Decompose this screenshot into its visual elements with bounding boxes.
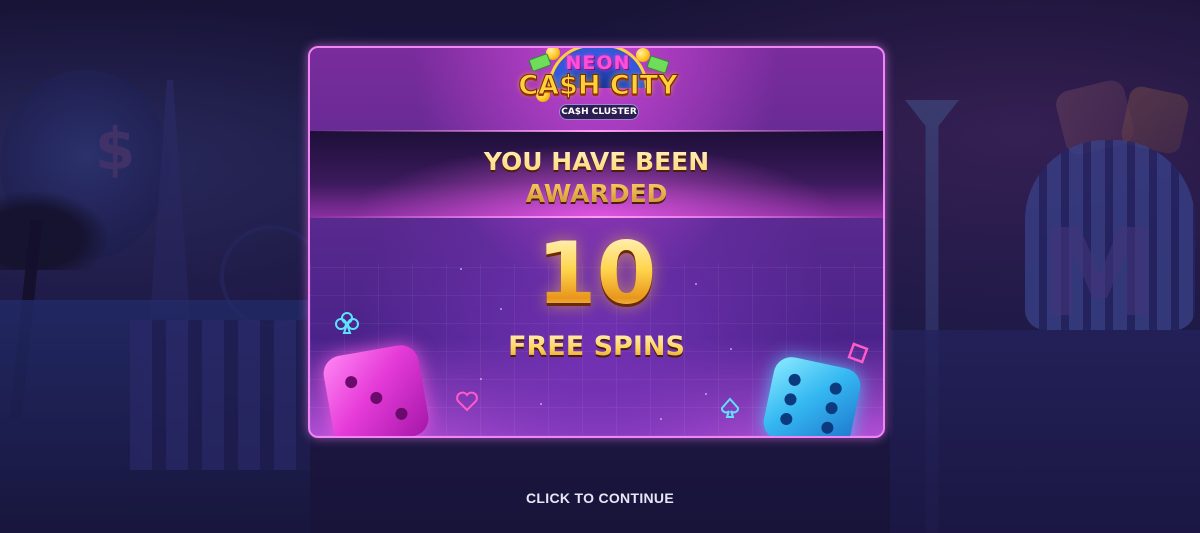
free-spins-award-modal[interactable]: NEON CA$H CITY CA$H CLUSTER YOU HAVE BEE… bbox=[308, 46, 885, 438]
sparkle bbox=[705, 393, 707, 395]
dice-pip bbox=[824, 401, 839, 416]
spade-icon bbox=[718, 396, 742, 420]
dice-pip bbox=[779, 411, 794, 427]
banner-bottom-line bbox=[310, 216, 883, 218]
award-heading: YOU HAVE BEEN AWARDED bbox=[310, 146, 883, 210]
dice-pip bbox=[783, 392, 798, 407]
dice-pip bbox=[787, 372, 802, 387]
club-icon bbox=[334, 310, 360, 336]
pink-dice-icon bbox=[320, 342, 432, 436]
diamond-icon bbox=[845, 340, 871, 366]
heart-icon bbox=[455, 390, 479, 412]
dice-pip bbox=[828, 381, 843, 396]
award-heading-line1: YOU HAVE BEEN bbox=[483, 147, 710, 176]
dice-pip bbox=[369, 391, 384, 405]
sparkle bbox=[660, 418, 662, 420]
dice-pip bbox=[820, 420, 835, 435]
dice-pip bbox=[344, 375, 359, 390]
award-heading-line2: AWARDED bbox=[525, 179, 668, 208]
game-logo: NEON CA$H CITY CA$H CLUSTER bbox=[518, 48, 678, 126]
free-spins-count: 10 bbox=[310, 226, 883, 322]
click-to-continue-button[interactable]: CLICK TO CONTINUE bbox=[0, 490, 1200, 506]
logo-tagline: CA$H CLUSTER bbox=[559, 104, 639, 120]
banner-top-line bbox=[310, 130, 883, 132]
logo-title-text: CA$H CITY bbox=[518, 70, 678, 102]
dice-pip bbox=[394, 406, 409, 421]
sparkle bbox=[540, 403, 542, 405]
sparkle bbox=[480, 378, 482, 380]
